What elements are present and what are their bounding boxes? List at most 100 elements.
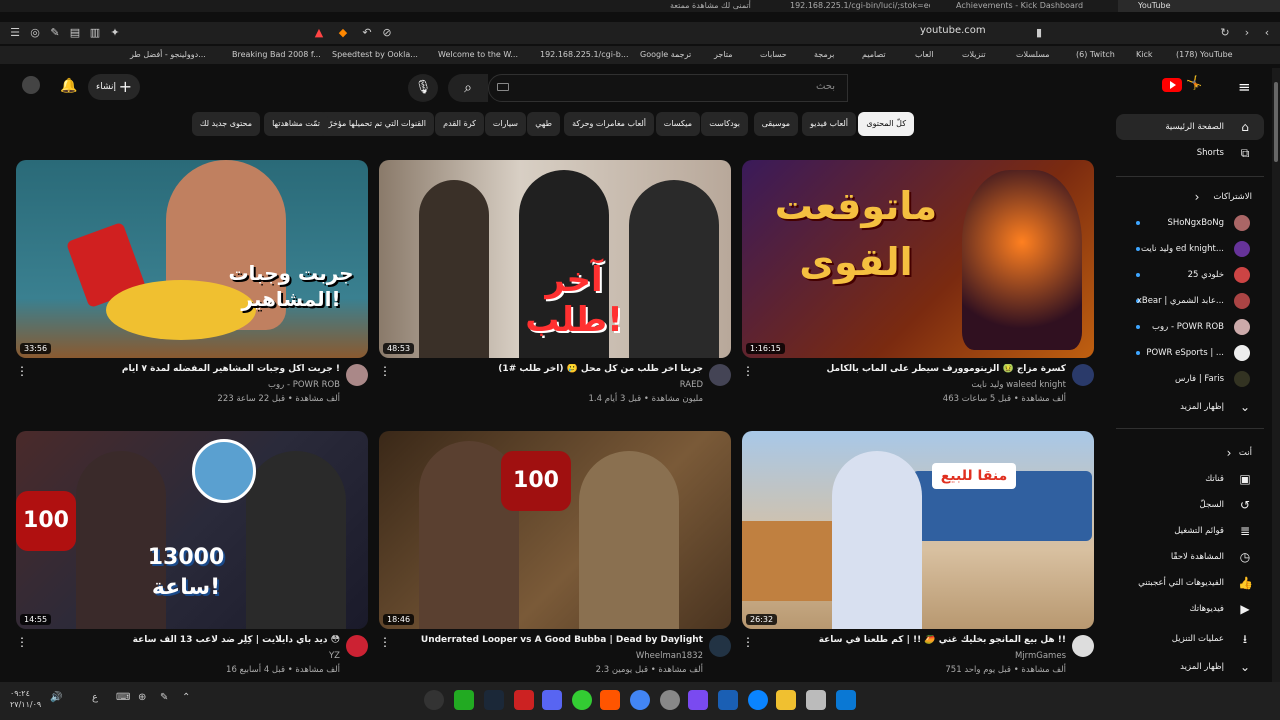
channel-name[interactable]: وليد نايت waleed knight <box>971 380 1066 390</box>
bookmark-twitch[interactable]: (6) Twitch <box>1076 50 1115 59</box>
sidebar-item-home[interactable]: الصفحة الرئيسية ⌂ <box>1116 114 1264 140</box>
channel-avatar[interactable] <box>709 635 731 657</box>
notifications-bell-icon[interactable]: 🔔 <box>60 78 77 94</box>
sidebar-item-watch-later[interactable]: المشاهدة لاحقًا ◷ <box>1116 544 1264 570</box>
sidebar-item-your-channel[interactable]: قناتك ▣ <box>1116 466 1264 492</box>
more-options-icon[interactable]: ⋮ <box>379 635 391 649</box>
chip-cooking[interactable]: طهي <box>527 112 560 136</box>
scrollbar-thumb[interactable] <box>1274 82 1278 162</box>
video-title[interactable]: جربنا آخر طلب من كل محل 🥲 (آخر طلب #1) <box>403 364 703 374</box>
shield-icon[interactable]: ◎ <box>28 26 42 40</box>
obs-icon[interactable] <box>424 690 444 710</box>
video-thumbnail[interactable]: منقا للبيع 26:32 <box>742 431 1094 629</box>
video-thumbnail[interactable]: ماتوقعت القوى 1:16:15 <box>742 160 1094 358</box>
channel-name[interactable]: RAED <box>680 380 703 390</box>
sidebar-item-downloads[interactable]: عمليات التنزيل ⭳ <box>1116 626 1264 652</box>
bookmark-games[interactable]: العاب <box>915 50 934 59</box>
sidebar-item-liked[interactable]: الفيديوهات التي أعجبتني 👍 <box>1116 570 1264 596</box>
bookmark-speedtest[interactable]: Speedtest by Ookla... <box>332 50 418 59</box>
pen-icon[interactable]: ✎ <box>160 692 168 703</box>
video-card[interactable]: 100 18:46 ⋮ Underrated Looper vs A Good … <box>379 431 731 691</box>
chip-video-games[interactable]: ألعاب فيديو <box>802 112 856 136</box>
keyboard-icon[interactable]: ⌨ <box>116 692 130 703</box>
windows-start-icon[interactable] <box>836 690 856 710</box>
bookmark-designs[interactable]: تصاميم <box>862 50 886 59</box>
doodle-icon[interactable]: 🤸 <box>1186 76 1202 91</box>
steam-icon[interactable] <box>484 690 504 710</box>
search-button[interactable]: ⌕ <box>448 74 488 102</box>
address-url[interactable]: youtube.com <box>920 25 986 36</box>
subscriptions-header[interactable]: الاشتراكات › <box>1116 184 1264 210</box>
extensions-icon[interactable]: ✎ <box>48 26 62 40</box>
video-card[interactable]: 100 13000 ساعة! 14:55 ⋮ ديد باي دايلايت … <box>16 431 368 691</box>
video-card[interactable]: ماتوقعت القوى 1:16:15 ⋮ كسرة مزاج 🤢 الزي… <box>742 160 1094 420</box>
you-header[interactable]: أنت › <box>1116 440 1264 466</box>
bookmark-series[interactable]: مسلسلات <box>1016 50 1050 59</box>
bookmark-kick[interactable]: Kick <box>1136 50 1153 59</box>
channel-avatar[interactable] <box>346 364 368 386</box>
video-thumbnail[interactable]: 100 18:46 <box>379 431 731 629</box>
video-title[interactable]: هل بيع المانجو بخليك غني 🥭 !! | كم طلعنا… <box>766 635 1066 645</box>
channel-avatar[interactable] <box>346 635 368 657</box>
chip-watched[interactable]: تمّت مشاهدتها <box>264 112 328 136</box>
chip-recently-uploaded[interactable]: القنوات التي تم تحميلها مؤخرًا <box>318 112 434 136</box>
video-title[interactable]: ديد باي دايلايت | كِلِر ضد لاعب 13 الف س… <box>40 635 340 645</box>
sidebar-item-your-videos[interactable]: فيديوهاتك ▶ <box>1116 596 1264 622</box>
task-view-icon[interactable] <box>806 690 826 710</box>
sidebar-item-history[interactable]: السجلّ ↺ <box>1116 492 1264 518</box>
back-arrow-icon[interactable]: ↶ <box>360 26 374 40</box>
terminal-icon[interactable] <box>454 690 474 710</box>
video-card[interactable]: آخر طلب! 48:53 ⋮ جربنا آخر طلب من كل محل… <box>379 160 731 420</box>
chip-podcast[interactable]: بودكاست <box>701 112 748 136</box>
channel-name[interactable]: YZ <box>329 651 340 661</box>
language-indicator[interactable]: ع <box>92 692 98 703</box>
search-input[interactable]: بحث <box>488 74 848 102</box>
channel-name[interactable]: روب - POWR ROB <box>268 380 340 390</box>
brave-shield-icon[interactable]: ◆ <box>336 26 350 40</box>
channel-avatar[interactable] <box>1072 635 1094 657</box>
video-card[interactable]: جربت وجبات المشاهير! 33:56 ⋮ جربت اكل وج… <box>16 160 368 420</box>
bookmark-icon[interactable]: ▮ <box>1032 26 1046 40</box>
more-options-icon[interactable]: ⋮ <box>16 364 28 378</box>
network-icon[interactable]: ⊕ <box>138 692 146 703</box>
speaker-icon[interactable]: 🔊 <box>50 692 62 703</box>
channel-name[interactable]: Wheelman1832 <box>636 651 703 661</box>
sidebar-item-shorts[interactable]: Shorts ⧉ <box>1116 140 1264 166</box>
tabs-icon[interactable]: ▤ <box>68 26 82 40</box>
more-options-icon[interactable]: ⋮ <box>742 364 754 378</box>
bookmark-accounts[interactable]: حسابات <box>760 50 787 59</box>
tab-youtube[interactable]: YouTube <box>1118 0 1280 12</box>
chat-app-icon[interactable] <box>572 690 592 710</box>
photos-icon[interactable] <box>718 690 738 710</box>
file-explorer-icon[interactable] <box>776 690 796 710</box>
keyboard-icon[interactable] <box>497 83 509 91</box>
create-button[interactable]: إنشاء + <box>88 74 140 100</box>
bookmark-duolingo[interactable]: دوولينجو - أفضل طر... <box>130 50 206 59</box>
chip-action-adventure[interactable]: ألعاب مغامرات وحركة <box>564 112 654 136</box>
more-options-icon[interactable]: ⋮ <box>16 635 28 649</box>
menu-icon[interactable]: ≡ <box>1238 78 1254 96</box>
bookmark-translate[interactable]: Google ترجمة <box>640 50 691 59</box>
sidebar-item-sub-1[interactable]: وليد نايت ed knight... <box>1116 236 1264 262</box>
channel-name[interactable]: MjrmGames <box>1015 651 1066 661</box>
sidebar-item-sub-3[interactable]: xBear | عابد الشمري... <box>1116 288 1264 314</box>
sidebar-item-sub-0[interactable]: SHoNgxBoNg <box>1116 210 1264 236</box>
settings-icon[interactable] <box>660 690 680 710</box>
sidebar-item-sub-5[interactable]: POWR eSports | ... <box>1116 340 1264 366</box>
puzzle-icon[interactable]: ✦ <box>108 26 122 40</box>
chip-all[interactable]: كلّ المحتوى <box>858 112 914 136</box>
tab-kick-dashboard[interactable]: Achievements - Kick Dashboard <box>956 0 1096 12</box>
channel-avatar[interactable] <box>709 364 731 386</box>
sidebar-item-sub-2[interactable]: خلودي 25 <box>1116 262 1264 288</box>
chip-cars[interactable]: سيارات <box>484 112 526 136</box>
sidebar-item-playlists[interactable]: قوائم التشغيل ≣ <box>1116 518 1264 544</box>
chevron-up-icon[interactable]: ⌃ <box>182 692 190 703</box>
bookmark-stores[interactable]: متاجر <box>714 50 733 59</box>
scrollbar[interactable] <box>1272 68 1280 718</box>
no-script-icon[interactable]: ⊘ <box>380 26 394 40</box>
youtube-logo-icon[interactable] <box>1162 78 1182 92</box>
chip-football[interactable]: كرة القدم <box>435 112 484 136</box>
account-avatar[interactable] <box>22 76 40 94</box>
system-clock[interactable]: ٠٩:٢٤ ٢٧/١١/٠٩ <box>10 688 41 710</box>
back-icon[interactable]: ‹ <box>1260 26 1274 40</box>
